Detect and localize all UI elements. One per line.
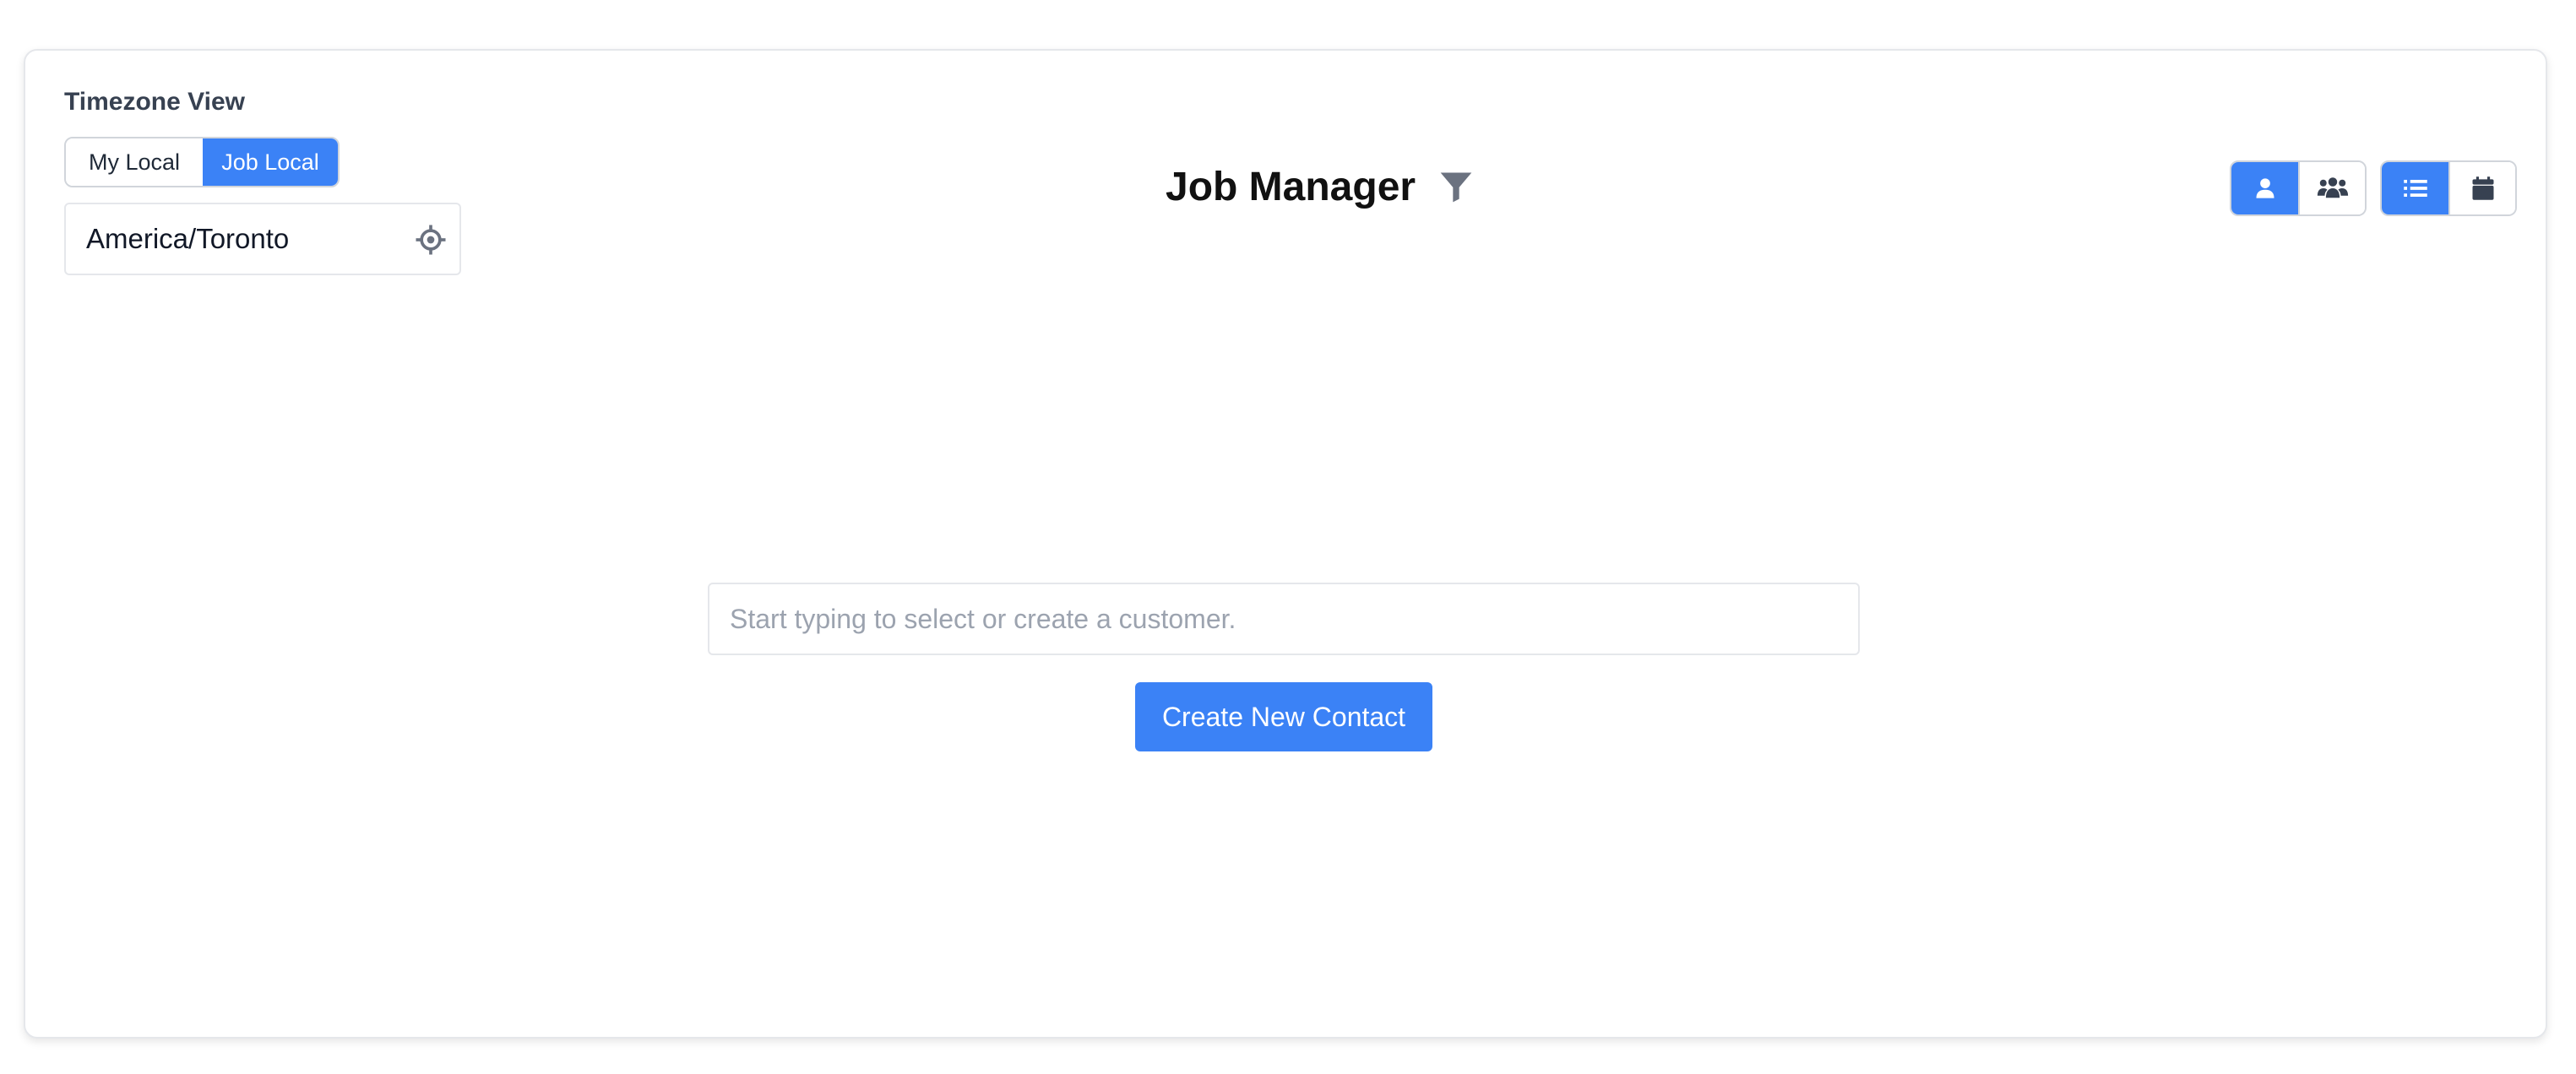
create-new-contact-button[interactable]: Create New Contact xyxy=(1135,682,1432,751)
timezone-select[interactable]: America/Toronto xyxy=(64,203,461,275)
filter-icon[interactable] xyxy=(1437,168,1475,205)
multiple-users-icon xyxy=(2317,177,2348,198)
timezone-value: America/Toronto xyxy=(86,223,290,254)
single-user-button[interactable] xyxy=(2231,162,2298,214)
assignee-view-toggle xyxy=(2230,160,2367,216)
title-bar: Job Manager xyxy=(1166,157,1475,216)
crosshair-icon[interactable] xyxy=(414,223,448,257)
page-title: Job Manager xyxy=(1166,164,1416,209)
calendar-view-button[interactable] xyxy=(2448,162,2515,214)
timezone-toggle: My Local Job Local xyxy=(64,137,340,187)
multiple-users-button[interactable] xyxy=(2298,162,2365,214)
layout-view-toggle xyxy=(2380,160,2517,216)
job-local-button[interactable]: Job Local xyxy=(203,138,338,186)
timezone-view-label: Timezone View xyxy=(64,88,245,116)
calendar-icon xyxy=(2472,176,2493,200)
my-local-button[interactable]: My Local xyxy=(66,138,203,186)
single-user-icon xyxy=(2256,178,2274,198)
list-view-button[interactable] xyxy=(2382,162,2448,214)
customer-search-input[interactable] xyxy=(708,583,1860,655)
list-icon xyxy=(2403,180,2427,197)
